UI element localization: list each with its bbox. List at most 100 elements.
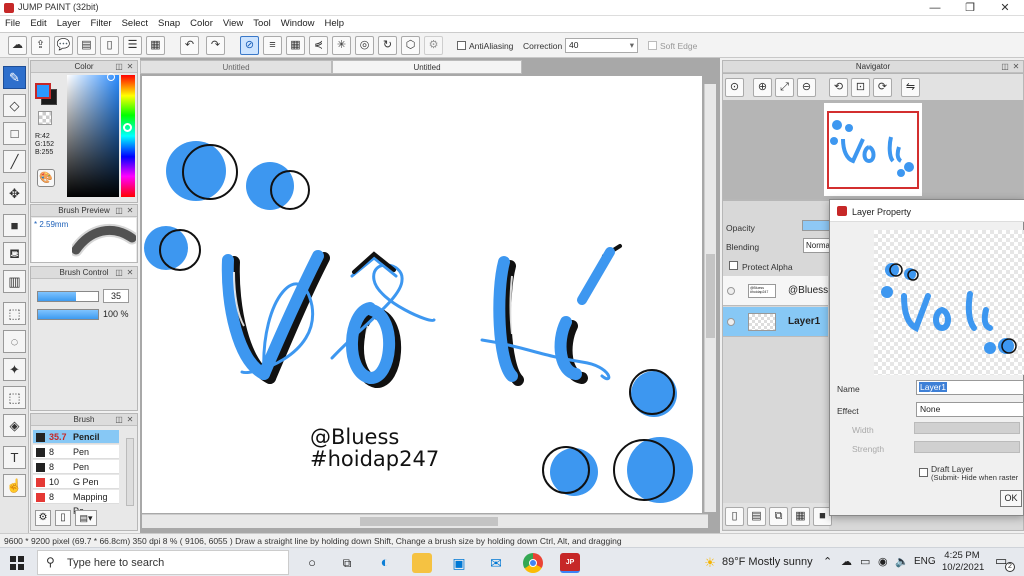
brush-opacity-slider[interactable] xyxy=(37,309,99,320)
panel-close-icon[interactable]: ✕ xyxy=(1011,62,1021,72)
hand-tool-icon[interactable]: ☝ xyxy=(3,474,26,497)
shape-tool-icon[interactable]: □ xyxy=(3,122,26,145)
comment-icon[interactable]: 💬 xyxy=(54,36,73,55)
menu-layer[interactable]: Layer xyxy=(52,16,86,29)
mail-icon[interactable]: ✉ xyxy=(486,553,506,573)
panel-float-icon[interactable]: ◫ xyxy=(114,206,124,216)
line-tool-icon[interactable]: ╱ xyxy=(3,150,26,173)
grid-settings-icon[interactable]: ▦ xyxy=(146,36,165,55)
snap-off-icon[interactable]: ⊘ xyxy=(240,36,259,55)
select-pen-icon[interactable]: ⬚ xyxy=(3,386,26,409)
minimize-button[interactable]: — xyxy=(918,0,952,16)
close-button[interactable]: ✕ xyxy=(988,0,1022,16)
hue-slider[interactable] xyxy=(121,75,135,197)
panel-close-icon[interactable]: ✕ xyxy=(125,415,135,425)
network-icon[interactable]: ▭ xyxy=(860,555,870,568)
picker-cursor[interactable] xyxy=(107,73,115,81)
zoom-fit-icon[interactable]: ⊙ xyxy=(725,78,744,97)
menu-file[interactable]: File xyxy=(0,16,25,29)
draft-layer-checkbox[interactable] xyxy=(919,468,928,477)
language-indicator[interactable]: ENG xyxy=(914,556,936,567)
parallel-ruler-icon[interactable]: ≡ xyxy=(263,36,282,55)
volume-icon[interactable]: 🔈 xyxy=(895,555,909,568)
panel-float-icon[interactable]: ◫ xyxy=(114,415,124,425)
redo-icon[interactable]: ↷ xyxy=(206,36,225,55)
zoom-in-icon[interactable]: ⊕ xyxy=(753,78,772,97)
menu-filter[interactable]: Filter xyxy=(85,16,116,29)
new-layer-icon[interactable]: ▯ xyxy=(725,507,744,526)
curve-ruler-icon[interactable]: ↻ xyxy=(378,36,397,55)
panel-float-icon[interactable]: ◫ xyxy=(114,268,124,278)
maximize-button[interactable]: ❐ xyxy=(953,0,987,16)
brush-item-g-pen[interactable]: 10 G Pen xyxy=(33,475,119,489)
document-icon[interactable]: ▯ xyxy=(100,36,119,55)
hue-handle[interactable] xyxy=(123,123,132,132)
menu-help[interactable]: Help xyxy=(320,16,350,29)
brush-size-slider[interactable] xyxy=(37,291,99,302)
edge-icon[interactable]: ◐ xyxy=(375,553,395,573)
canvas-vertical-scrollbar[interactable] xyxy=(704,84,716,512)
saturation-value-picker[interactable] xyxy=(67,75,119,197)
menu-select[interactable]: Select xyxy=(117,16,153,29)
menu-color[interactable]: Color xyxy=(185,16,218,29)
onedrive-icon[interactable]: ☁ xyxy=(841,555,852,568)
store-icon[interactable]: ▣ xyxy=(449,553,469,573)
move-tool-icon[interactable]: ✥ xyxy=(3,182,26,205)
drawing-canvas[interactable]: @Bluess #hoidap247 xyxy=(142,76,702,513)
menu-tool[interactable]: Tool xyxy=(248,16,275,29)
panel-float-icon[interactable]: ◫ xyxy=(1000,62,1010,72)
task-view-icon[interactable]: ⧉ xyxy=(337,553,357,573)
effect-select[interactable]: None xyxy=(916,402,1024,417)
brush-list-scrollbar[interactable] xyxy=(126,438,134,506)
chrome-icon[interactable] xyxy=(523,553,543,573)
grid-snap-icon[interactable]: ▦ xyxy=(286,36,305,55)
list-icon[interactable]: ☰ xyxy=(123,36,142,55)
tab-untitled-1[interactable]: Untitled xyxy=(140,60,332,74)
jump-paint-taskbar-icon[interactable]: JP xyxy=(560,553,580,573)
cortana-icon[interactable]: ○ xyxy=(302,553,322,573)
panel-icon[interactable]: ▤ xyxy=(77,36,96,55)
weather-text[interactable]: 89°F Mostly sunny xyxy=(722,556,813,568)
protect-alpha-checkbox[interactable] xyxy=(729,261,738,270)
transparent-color-swatch[interactable] xyxy=(38,111,52,125)
zoom-out-icon[interactable]: ⊖ xyxy=(797,78,816,97)
layer-name-input[interactable]: Layer1 xyxy=(916,380,1024,395)
brush-tool-icon[interactable]: ✎ xyxy=(3,66,26,89)
concentric-icon[interactable]: ◎ xyxy=(355,36,374,55)
palette-icon[interactable]: 🎨 xyxy=(37,169,55,187)
foreground-color-swatch[interactable] xyxy=(35,83,51,99)
layer-opacity-slider[interactable] xyxy=(802,220,832,231)
eye-icon[interactable] xyxy=(727,318,735,326)
brush-size-input[interactable]: 35 xyxy=(103,289,129,303)
file-explorer-icon[interactable] xyxy=(412,553,432,573)
menu-snap[interactable]: Snap xyxy=(153,16,185,29)
meet-icon[interactable]: ◉ xyxy=(878,555,888,568)
radial-ruler-icon[interactable]: ✳ xyxy=(332,36,351,55)
zoom-actual-icon[interactable]: ⤢ xyxy=(775,78,794,97)
text-tool-icon[interactable]: T xyxy=(3,446,26,469)
shape-ruler-icon[interactable]: ⬡ xyxy=(401,36,420,55)
menu-edit[interactable]: Edit xyxy=(25,16,51,29)
select-eraser-icon[interactable]: ◈ xyxy=(3,414,26,437)
menu-view[interactable]: View xyxy=(218,16,248,29)
pattern-layer-icon[interactable]: ▦ xyxy=(791,507,810,526)
tab-untitled-2[interactable]: Untitled xyxy=(332,60,522,74)
panel-close-icon[interactable]: ✕ xyxy=(125,268,135,278)
fit-window-icon[interactable]: ⊡ xyxy=(851,78,870,97)
fill-rect-tool-icon[interactable]: ■ xyxy=(3,214,26,237)
rotate-right-icon[interactable]: ⟳ xyxy=(873,78,892,97)
magic-wand-icon[interactable]: ✦ xyxy=(3,358,26,381)
clock[interactable]: 4:25 PM 10/2/2021 xyxy=(942,550,984,574)
navigator-thumbnail[interactable] xyxy=(824,103,922,196)
cloud-icon[interactable]: ☁ xyxy=(8,36,27,55)
panel-float-icon[interactable]: ◫ xyxy=(114,62,124,72)
brush-item-pen-sharp[interactable]: 8Pen (Sharp) xyxy=(33,460,119,486)
layer-row-selected[interactable]: Layer1 xyxy=(723,307,828,337)
brush-menu-icon[interactable]: ▤▾ xyxy=(75,510,97,526)
menu-window[interactable]: Window xyxy=(276,16,320,29)
gradient-tool-icon[interactable]: ▥ xyxy=(3,270,26,293)
panel-close-icon[interactable]: ✕ xyxy=(125,206,135,216)
flip-icon[interactable]: ⇋ xyxy=(901,78,920,97)
bucket-tool-icon[interactable]: ⛾ xyxy=(3,242,26,265)
brush-item-pencil[interactable]: 35.7 Pencil xyxy=(33,430,119,444)
